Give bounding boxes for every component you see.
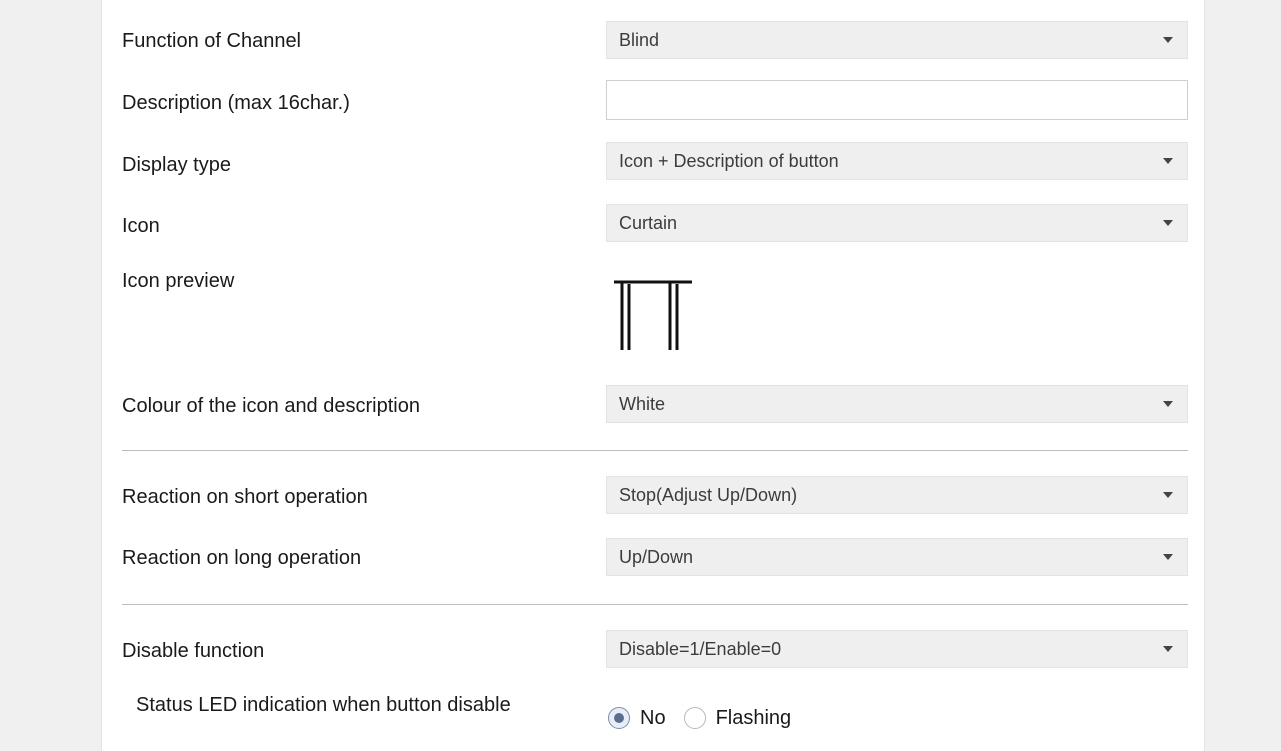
description-label: Description (max 16char.)	[122, 92, 350, 114]
radio-unchecked-icon	[683, 707, 706, 729]
chevron-down-icon	[1163, 554, 1173, 560]
colour-select[interactable]: White	[606, 385, 1188, 423]
chevron-down-icon	[1163, 37, 1173, 43]
reaction-long-value: Up/Down	[619, 547, 694, 567]
reaction-long-select[interactable]: Up/Down	[606, 538, 1188, 576]
disable-function-select[interactable]: Disable=1/Enable=0	[606, 630, 1188, 668]
page: Function of Channel Blind Description (m…	[0, 0, 1281, 751]
radio-no[interactable]: No	[608, 707, 666, 730]
curtain-icon	[612, 278, 692, 352]
radio-flashing-label: Flashing	[715, 706, 792, 729]
radio-flashing[interactable]: Flashing	[683, 706, 792, 730]
colour-label: Colour of the icon and description	[122, 395, 420, 417]
function-of-channel-select[interactable]: Blind	[606, 21, 1188, 59]
reaction-short-select[interactable]: Stop(Adjust Up/Down)	[606, 476, 1188, 514]
radio-checked-icon	[608, 707, 630, 729]
icon-label: Icon	[122, 215, 160, 237]
display-type-label: Display type	[122, 154, 231, 176]
reaction-short-label: Reaction on short operation	[122, 486, 368, 508]
reaction-long-label: Reaction on long operation	[122, 547, 362, 569]
colour-value: White	[619, 394, 666, 414]
chevron-down-icon	[1163, 492, 1173, 498]
function-of-channel-value: Blind	[619, 30, 660, 50]
reaction-short-value: Stop(Adjust Up/Down)	[619, 485, 798, 505]
section-divider	[122, 450, 1188, 451]
icon-preview-label: Icon preview	[122, 270, 235, 292]
chevron-down-icon	[1163, 646, 1173, 652]
icon-value: Curtain	[619, 213, 678, 233]
section-divider	[122, 604, 1188, 605]
chevron-down-icon	[1163, 220, 1173, 226]
display-type-value: Icon + Description of button	[619, 151, 839, 171]
chevron-down-icon	[1163, 401, 1173, 407]
status-led-radio-group: No Flashing	[608, 703, 791, 733]
function-of-channel-label: Function of Channel	[122, 30, 302, 52]
chevron-down-icon	[1163, 158, 1173, 164]
icon-select[interactable]: Curtain	[606, 204, 1188, 242]
disable-function-label: Disable function	[122, 640, 265, 662]
display-type-select[interactable]: Icon + Description of button	[606, 142, 1188, 180]
status-led-label: Status LED indication when button disabl…	[136, 694, 511, 716]
disable-function-value: Disable=1/Enable=0	[619, 639, 782, 659]
radio-no-label: No	[640, 706, 666, 729]
description-input[interactable]	[606, 80, 1188, 120]
